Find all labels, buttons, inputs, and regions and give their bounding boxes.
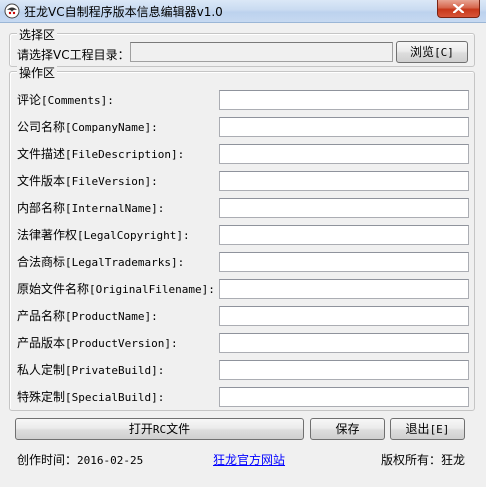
private-build-label: 私人定制[PrivateBuild]: — [17, 363, 165, 377]
product-name-label: 产品名称[ProductName]: — [17, 309, 158, 323]
original-filename-label: 原始文件名称[OriginalFilename]: — [17, 282, 215, 296]
product-name-input[interactable] — [219, 306, 469, 326]
project-dir-field[interactable] — [130, 42, 393, 62]
close-window-button[interactable] — [437, 0, 480, 18]
legal-copyright-label: 法律著作权[LegalCopyright]: — [17, 228, 190, 242]
browse-shortcut: [C] — [434, 46, 454, 59]
special-build-input[interactable] — [219, 387, 469, 407]
company-name-label: 公司名称[CompanyName]: — [17, 120, 158, 134]
product-version-input[interactable] — [219, 333, 469, 353]
save-button[interactable]: 保存 — [310, 418, 385, 440]
footer-bar: 创作时间：2016-02-25 狂龙官方网站 版权所有：狂龙 — [0, 446, 486, 470]
internal-name-input[interactable] — [219, 198, 469, 218]
exit-button[interactable]: 退出[E] — [390, 418, 465, 440]
original-filename-input[interactable] — [219, 279, 469, 299]
legal-trademarks-input[interactable] — [219, 252, 469, 272]
created-info: 创作时间：2016-02-25 — [17, 453, 144, 467]
file-description-input[interactable] — [219, 144, 469, 164]
select-group-legend: 选择区 — [17, 26, 58, 43]
open-rc-file-button[interactable]: 打开RC文件 — [15, 418, 304, 440]
project-dir-label: 请选择VC工程目录： — [17, 48, 130, 62]
special-build-label: 特殊定制[SpecialBuild]: — [17, 390, 165, 404]
company-name-input[interactable] — [219, 117, 469, 137]
window-title: 狂龙VC自制程序版本信息编辑器v1.0 — [24, 5, 223, 19]
browse-label: 浏览 — [410, 45, 435, 59]
file-version-input[interactable] — [219, 171, 469, 191]
internal-name-label: 内部名称[InternalName]: — [17, 201, 165, 215]
window-bottom-edge — [0, 478, 486, 487]
browse-button[interactable]: 浏览[C] — [396, 41, 468, 63]
legal-trademarks-label: 合法商标[LegalTrademarks]: — [17, 255, 185, 269]
app-logo-icon — [4, 3, 20, 19]
file-version-label: 文件版本[FileVersion]: — [17, 174, 158, 188]
comments-label: 评论[Comments]: — [17, 93, 114, 107]
official-website-link[interactable]: 狂龙官方网站 — [213, 451, 285, 468]
file-description-label: 文件描述[FileDescription]: — [17, 147, 185, 161]
product-version-label: 产品版本[ProductVersion]: — [17, 336, 178, 350]
title-bar[interactable]: 狂龙VC自制程序版本信息编辑器v1.0 — [0, 0, 486, 23]
legal-copyright-input[interactable] — [219, 225, 469, 245]
operate-group-legend: 操作区 — [17, 64, 58, 81]
copyright-info: 版权所有：狂龙 — [381, 453, 466, 467]
private-build-input[interactable] — [219, 360, 469, 380]
comments-input[interactable] — [219, 90, 469, 110]
close-icon — [453, 4, 464, 13]
